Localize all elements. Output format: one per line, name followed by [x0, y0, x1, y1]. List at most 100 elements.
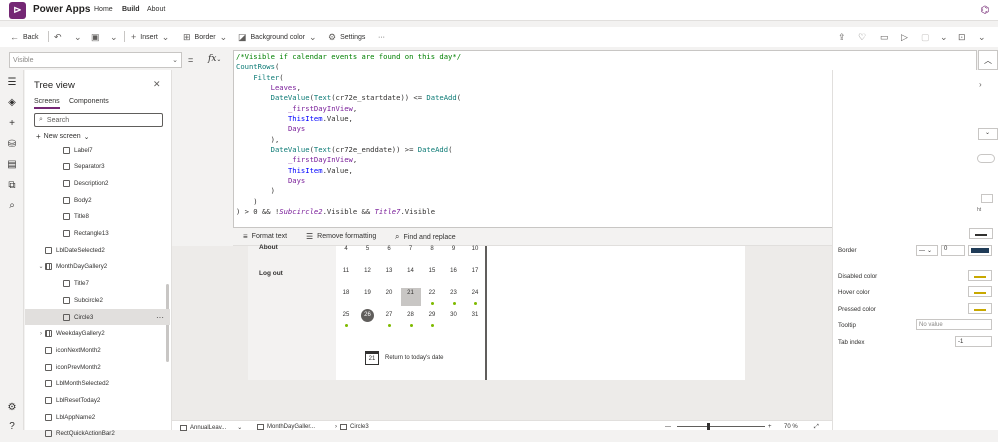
calendar-day[interactable]: 30: [444, 310, 464, 328]
zoom-in-button[interactable]: +: [768, 424, 772, 430]
zoom-slider[interactable]: [677, 426, 765, 427]
tab-screens[interactable]: Screens: [34, 98, 60, 109]
formula-code[interactable]: /*Visible if calendar events are found o…: [236, 52, 461, 218]
tree-node[interactable]: LblResetToday2: [25, 393, 170, 409]
paste-dropdown[interactable]: ⌄: [110, 30, 118, 44]
tree-node[interactable]: iconNextMonth2: [25, 342, 170, 358]
help-icon[interactable]: ?: [4, 418, 20, 434]
calendar-day[interactable]: 29: [422, 310, 442, 328]
tree-node[interactable]: RectQuickActionBar2: [25, 426, 170, 442]
calendar-day[interactable]: 31: [465, 310, 485, 328]
calendar-day[interactable]: 26: [358, 309, 378, 328]
nav-about[interactable]: About: [147, 6, 165, 13]
border-color-swatch[interactable]: [968, 245, 992, 256]
chevron-right-icon[interactable]: ›: [37, 331, 45, 337]
gallery-breadcrumb[interactable]: MonthDayGaller...: [257, 424, 315, 430]
calendar-day[interactable]: 25: [336, 310, 356, 328]
new-screen-button[interactable]: + New screen ⌄: [36, 132, 90, 141]
undo-dropdown[interactable]: ⌄: [74, 30, 82, 44]
calendar-day[interactable]: 21: [400, 288, 421, 306]
nav-about-link[interactable]: About: [259, 244, 278, 251]
calendar-day[interactable]: 22: [422, 288, 442, 306]
color-swatch-partial[interactable]: [969, 228, 993, 239]
property-selector[interactable]: Visible ⌄: [9, 52, 182, 68]
share-icon[interactable]: ⇪: [838, 30, 846, 44]
insert-plus-icon[interactable]: +: [4, 115, 20, 131]
tree-node[interactable]: LblDateSelected2: [25, 242, 170, 258]
tree-node[interactable]: Body2: [25, 192, 170, 208]
calendar-day[interactable]: 19: [358, 288, 378, 306]
tab-index-input[interactable]: -1: [955, 336, 992, 347]
chevron-right-icon[interactable]: ›: [979, 80, 982, 89]
paste-button[interactable]: ▣: [91, 30, 100, 44]
tree-node[interactable]: Subcircle2: [25, 292, 170, 308]
calendar-day[interactable]: 6: [379, 244, 399, 262]
nav-logout-link[interactable]: Log out: [259, 270, 283, 277]
format-text-button[interactable]: ≡ Format text: [243, 232, 287, 241]
tree-node[interactable]: › WeekdayGallery2: [25, 326, 170, 342]
border-button[interactable]: ⊞ Border ⌄: [183, 30, 227, 44]
back-button[interactable]: ← Back: [10, 30, 39, 44]
calendar-day[interactable]: 13: [379, 266, 399, 284]
tree-search-input[interactable]: ⌕ Search: [34, 113, 163, 127]
calendar-day[interactable]: 23: [444, 288, 464, 306]
calendar-day[interactable]: 17: [465, 266, 485, 284]
disabled-color-swatch[interactable]: [968, 270, 992, 281]
zoom-slider-thumb[interactable]: [707, 423, 710, 430]
data-icon[interactable]: ⛁: [4, 136, 20, 152]
copilot-icon[interactable]: ⌬: [979, 4, 991, 16]
media-icon[interactable]: ▤: [4, 156, 20, 172]
calendar-day[interactable]: 5: [358, 244, 378, 262]
chevron-down-icon[interactable]: ⌄: [37, 263, 45, 270]
return-today-button[interactable]: 21 Return to today's date: [365, 351, 444, 365]
calendar-day[interactable]: 9: [444, 244, 464, 262]
find-replace-button[interactable]: ⌕ Find and replace: [395, 232, 456, 242]
tree-node[interactable]: Rectangle13: [25, 226, 170, 242]
calendar-day[interactable]: 28: [401, 310, 421, 328]
variables-icon[interactable]: ⧉: [4, 177, 20, 193]
layers-icon[interactable]: ◈: [4, 94, 20, 110]
remove-formatting-button[interactable]: ☰ Remove formatting: [306, 232, 376, 241]
zoom-out-button[interactable]: —: [665, 424, 671, 430]
calendar-day[interactable]: 7: [401, 244, 421, 262]
more-options-icon[interactable]: ···: [156, 313, 164, 322]
tree-node[interactable]: Separator3: [25, 159, 170, 175]
tree-node[interactable]: LblMonthSelected2: [25, 376, 170, 392]
nav-build[interactable]: Build: [122, 6, 140, 13]
preview-play-icon[interactable]: ▷: [901, 30, 908, 44]
dropdown-partial[interactable]: ⌄: [978, 128, 998, 140]
tree-node[interactable]: ⌄ MonthDayGallery2: [25, 259, 170, 275]
hamburger-menu-icon[interactable]: ☰: [4, 74, 20, 90]
border-style-dropdown[interactable]: — ⌄: [916, 245, 938, 256]
calendar-day[interactable]: 14: [401, 266, 421, 284]
tree-node[interactable]: Circle3 ···: [25, 309, 170, 325]
save-dropdown[interactable]: ⌄: [940, 30, 948, 44]
search-icon[interactable]: ⌕: [4, 197, 20, 213]
calendar-day[interactable]: 16: [444, 266, 464, 284]
toggle-partial[interactable]: [977, 154, 995, 163]
background-color-button[interactable]: ◪ Background color ⌄: [238, 30, 317, 44]
calendar-day[interactable]: 20: [379, 288, 399, 306]
control-breadcrumb[interactable]: › Circle3: [335, 424, 369, 430]
calendar-day[interactable]: 27: [379, 310, 399, 328]
pressed-color-swatch[interactable]: [968, 303, 992, 314]
calendar-day[interactable]: 15: [422, 266, 442, 284]
undo-button[interactable]: ↶: [54, 30, 62, 44]
calendar-day[interactable]: 10: [465, 244, 485, 262]
calendar-day[interactable]: 18: [336, 288, 356, 306]
tree-node[interactable]: iconPrevMonth2: [25, 359, 170, 375]
tooltip-input[interactable]: No value: [916, 319, 992, 330]
tree-node[interactable]: Description2: [25, 175, 170, 191]
tree-node[interactable]: Label7: [25, 142, 170, 158]
settings-gear-icon[interactable]: ⚙: [4, 399, 20, 415]
border-width-input[interactable]: 0: [941, 245, 965, 256]
tree-node[interactable]: Title8: [25, 209, 170, 225]
save-icon[interactable]: ▢: [921, 30, 930, 44]
calendar-day[interactable]: 24: [465, 288, 485, 306]
publish-icon[interactable]: ⊡: [958, 30, 966, 44]
tree-node[interactable]: Title7: [25, 276, 170, 292]
more-commands-button[interactable]: ···: [378, 30, 385, 44]
collapse-formula-button[interactable]: ︿: [978, 50, 998, 70]
publish-dropdown[interactable]: ⌄: [978, 30, 986, 44]
calendar-day[interactable]: 8: [422, 244, 442, 262]
